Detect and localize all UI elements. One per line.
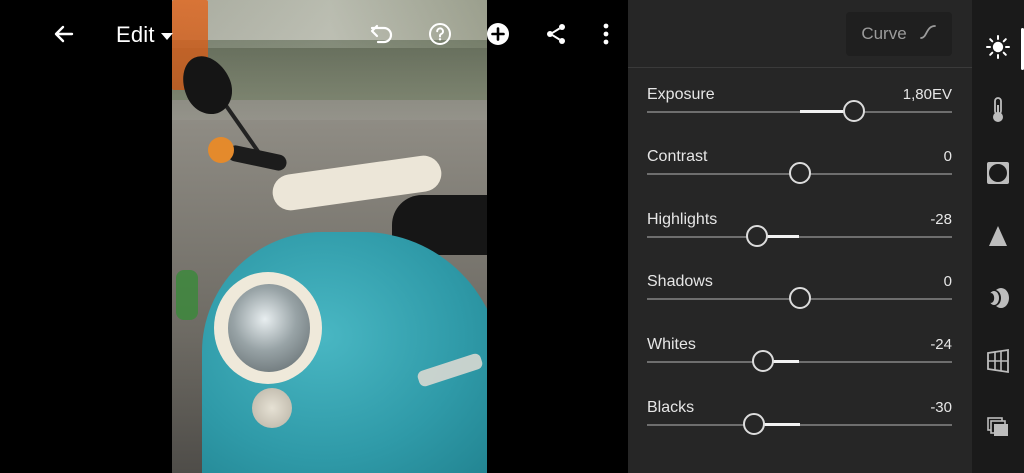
help-button[interactable] xyxy=(424,18,456,50)
slider-whites: Whites -24 xyxy=(628,336,972,392)
top-toolbar: Edit xyxy=(0,0,628,68)
detail-icon xyxy=(987,224,1009,253)
undo-icon xyxy=(369,22,395,46)
edit-mode-label: Edit xyxy=(116,22,155,47)
slider-track[interactable] xyxy=(647,413,952,435)
optics-lens-icon xyxy=(985,286,1011,315)
back-arrow-icon xyxy=(52,22,76,46)
curve-button[interactable]: Curve xyxy=(846,12,952,56)
share-button[interactable] xyxy=(540,18,572,50)
slider-thumb[interactable] xyxy=(745,225,768,247)
panel-header: Curve xyxy=(628,0,972,68)
slider-thumb[interactable] xyxy=(751,350,774,372)
slider-value: -28 xyxy=(930,211,952,228)
rail-item-geometry[interactable] xyxy=(972,339,1024,387)
slider-track[interactable] xyxy=(647,287,952,309)
light-icon xyxy=(985,34,1011,65)
scooter-photo[interactable] xyxy=(172,0,487,473)
slider-label: Contrast xyxy=(647,148,708,165)
slider-value: 1,80EV xyxy=(902,86,952,103)
add-button[interactable] xyxy=(482,18,514,50)
slider-track[interactable] xyxy=(647,100,952,122)
more-icon xyxy=(602,22,610,46)
photo-canvas[interactable] xyxy=(0,0,628,473)
slider-track[interactable] xyxy=(647,162,952,184)
slider-value: 0 xyxy=(943,273,952,290)
slider-label: Shadows xyxy=(647,273,713,290)
back-button[interactable] xyxy=(48,18,80,50)
slider-value: -30 xyxy=(930,399,952,416)
effects-vignette-icon xyxy=(985,160,1011,191)
slider-track[interactable] xyxy=(647,350,952,372)
slider-highlights: Highlights -28 xyxy=(628,211,972,267)
slider-label: Highlights xyxy=(647,211,718,228)
more-options-button[interactable] xyxy=(590,18,622,50)
help-icon xyxy=(428,22,452,46)
slider-track[interactable] xyxy=(647,225,952,247)
caret-down-icon xyxy=(160,32,173,40)
slider-thumb[interactable] xyxy=(788,162,811,184)
curve-label: Curve xyxy=(861,24,907,43)
edit-mode-dropdown[interactable]: Edit xyxy=(116,20,173,50)
tool-rail xyxy=(972,0,1024,473)
color-temperature-icon xyxy=(988,96,1008,129)
slider-value: 0 xyxy=(943,148,952,165)
rail-item-presets[interactable] xyxy=(972,405,1024,453)
undo-button[interactable] xyxy=(366,18,398,50)
slider-thumb[interactable] xyxy=(742,413,765,435)
presets-icon xyxy=(986,415,1010,444)
light-adjustments-panel: Curve Exposure 1,80EV Contrast 0 Highlig… xyxy=(628,0,972,473)
share-icon xyxy=(544,22,568,46)
rail-item-color[interactable] xyxy=(972,88,1024,136)
slider-thumb[interactable] xyxy=(843,100,866,122)
geometry-icon xyxy=(985,348,1011,379)
slider-shadows: Shadows 0 xyxy=(628,273,972,329)
slider-blacks: Blacks -30 xyxy=(628,399,972,455)
slider-exposure: Exposure 1,80EV xyxy=(628,86,972,142)
slider-contrast: Contrast 0 xyxy=(628,148,972,204)
curve-icon xyxy=(919,24,937,45)
slider-label: Blacks xyxy=(647,399,695,416)
rail-item-light[interactable] xyxy=(972,25,1024,73)
rail-item-detail[interactable] xyxy=(972,214,1024,262)
slider-label: Exposure xyxy=(647,86,715,103)
slider-value: -24 xyxy=(930,336,952,353)
rail-item-effects[interactable] xyxy=(972,151,1024,199)
rail-item-optics[interactable] xyxy=(972,276,1024,324)
slider-thumb[interactable] xyxy=(788,287,811,309)
slider-label: Whites xyxy=(647,336,696,353)
add-icon xyxy=(486,22,510,46)
